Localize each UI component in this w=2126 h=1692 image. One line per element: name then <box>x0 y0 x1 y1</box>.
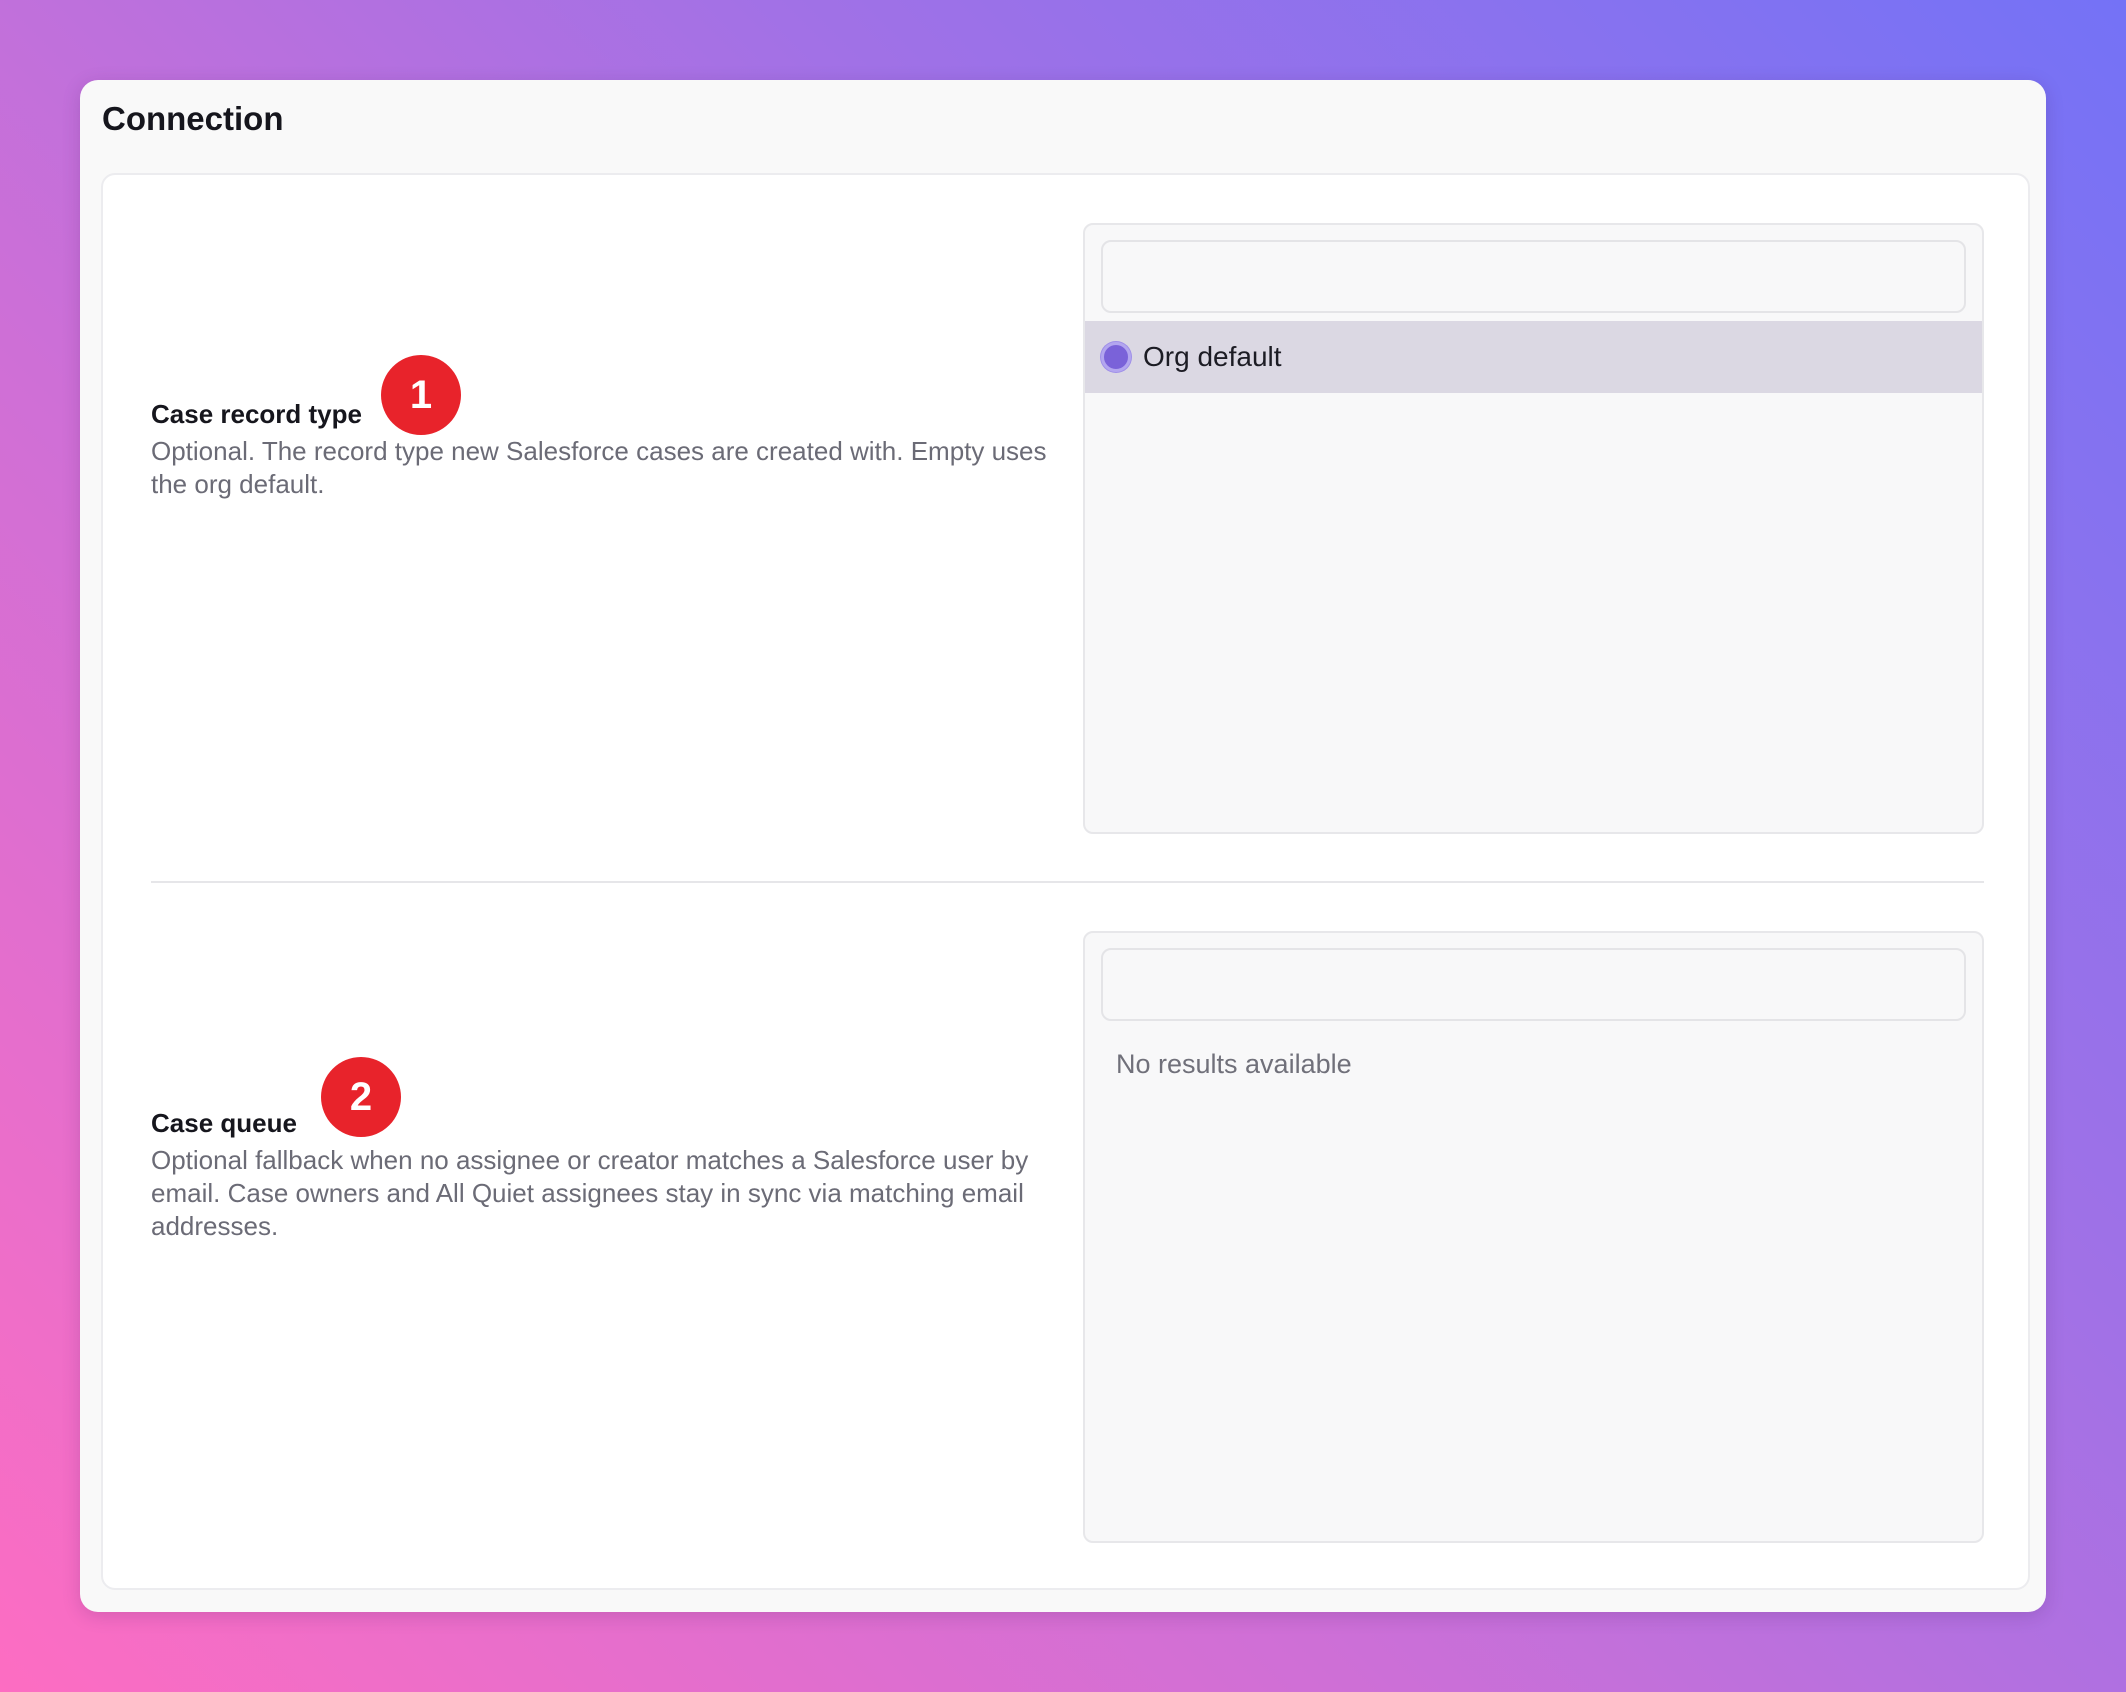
case-record-type-description: Optional. The record type new Salesforce… <box>151 436 1047 499</box>
option-label: Org default <box>1143 341 1282 372</box>
case-queue-description: Optional fallback when no assignee or cr… <box>151 1145 1029 1241</box>
case-record-type-section: Case record type 1 Optional. The record … <box>151 223 1984 834</box>
option-org-default[interactable]: Org default <box>1085 321 1982 393</box>
case-queue-section: Case queue 2 Optional fallback when no a… <box>151 931 1984 1543</box>
settings-panel: Case record type 1 Optional. The record … <box>101 173 2030 1590</box>
case-record-type-label: Case record type <box>151 399 362 429</box>
annotation-badge-1: 1 <box>381 355 461 435</box>
connection-card: Connection Case record type 1 Optional. … <box>80 80 2046 1612</box>
no-results-text: No results available <box>1116 1049 1352 1079</box>
case-record-type-search-input[interactable] <box>1101 240 1966 313</box>
case-record-type-listbox[interactable]: Org default <box>1083 223 1984 834</box>
case-queue-label: Case queue <box>151 1108 297 1138</box>
annotation-badge-2: 2 <box>321 1057 401 1137</box>
section-divider <box>151 881 1984 883</box>
radio-selected-icon[interactable] <box>1101 342 1131 372</box>
card-title: Connection <box>102 100 284 137</box>
case-queue-listbox[interactable]: No results available <box>1083 931 1984 1543</box>
case-queue-search-input[interactable] <box>1101 948 1966 1021</box>
